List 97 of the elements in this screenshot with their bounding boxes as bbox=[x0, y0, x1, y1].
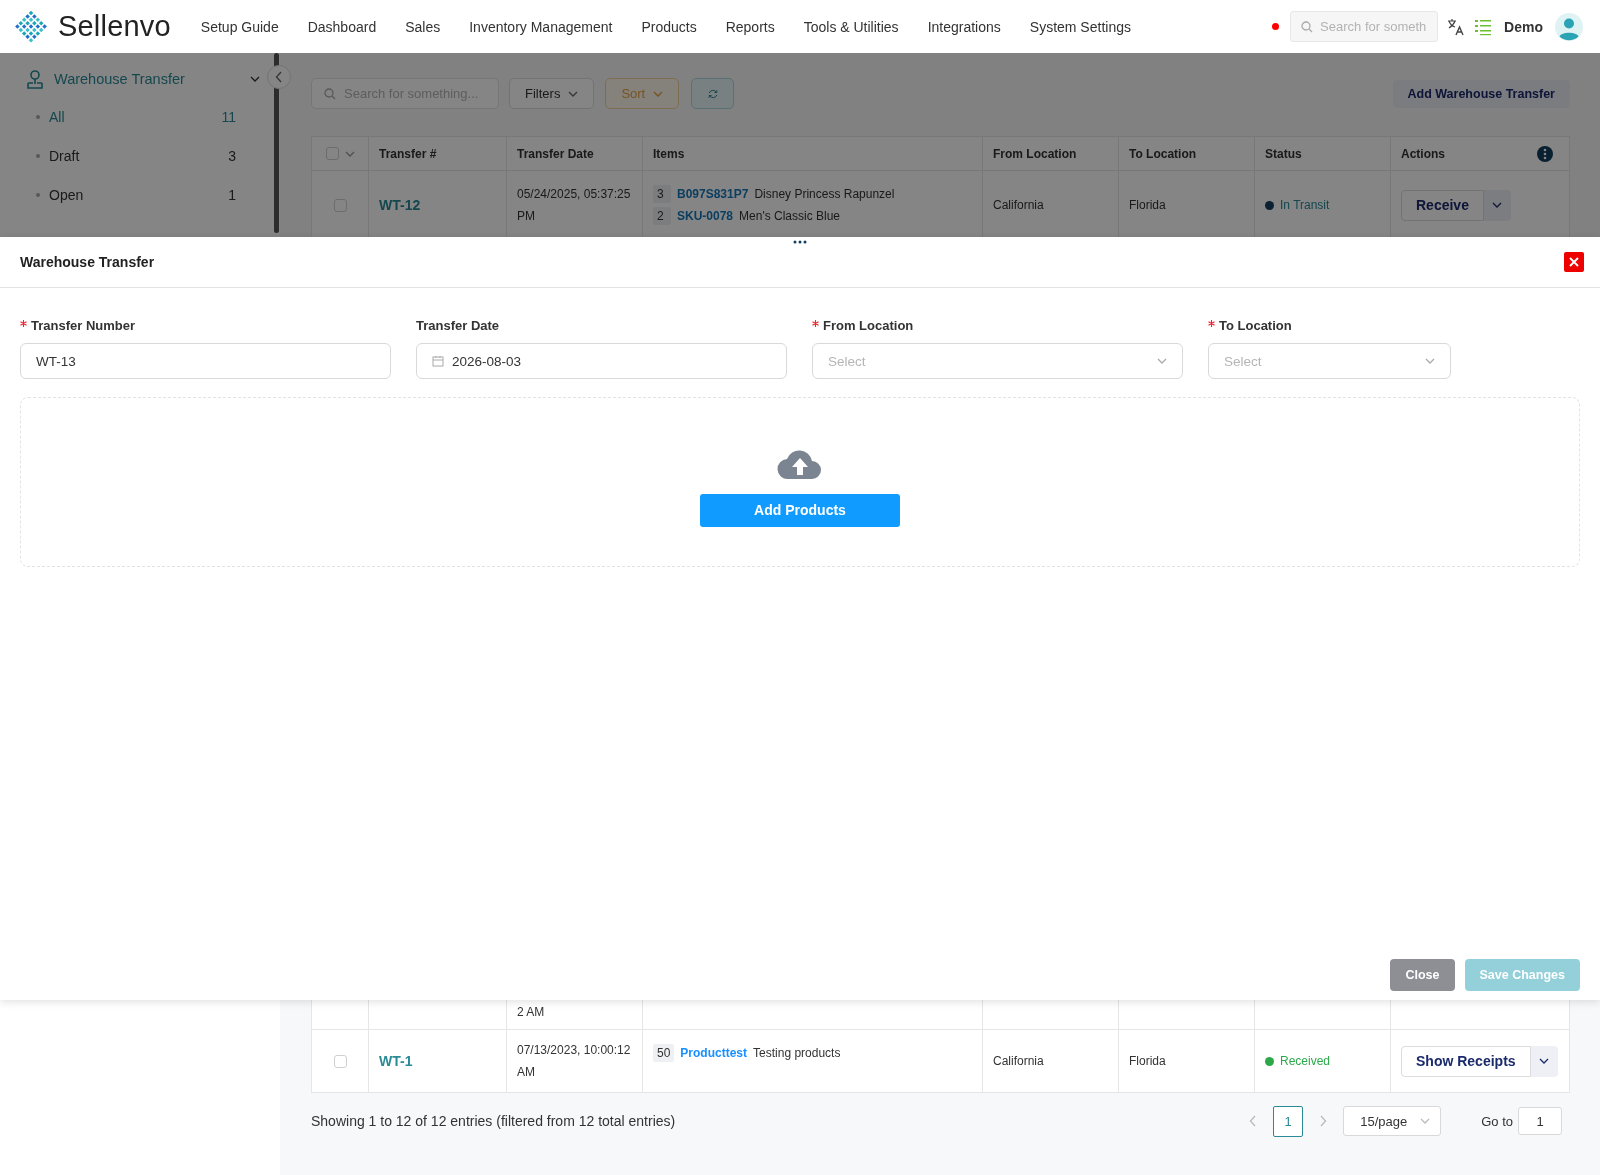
page-button[interactable]: 1 bbox=[1273, 1105, 1304, 1137]
close-button[interactable] bbox=[1564, 252, 1584, 272]
dropdown-button[interactable] bbox=[1530, 1045, 1558, 1077]
nav-item[interactable]: Integrations bbox=[927, 18, 1001, 35]
column-header: Actions bbox=[1401, 146, 1445, 161]
chevron-down-icon bbox=[1539, 1058, 1550, 1064]
filters-button[interactable]: Filters bbox=[509, 78, 595, 109]
list-icon bbox=[1474, 17, 1493, 36]
select-all-checkbox[interactable] bbox=[325, 147, 339, 160]
action-button[interactable]: Receive bbox=[1401, 189, 1484, 221]
row-checkbox[interactable] bbox=[333, 1054, 347, 1068]
table-cell-text: 07/13/2023, 10:00:12 AM bbox=[517, 1042, 632, 1081]
table-cell: California bbox=[993, 1054, 1044, 1068]
chevron-down-icon bbox=[344, 150, 355, 157]
quantity-badge: 2 bbox=[653, 207, 671, 225]
field-label: From Location bbox=[823, 317, 914, 333]
sidebar-item[interactable]: Open 1 bbox=[0, 185, 260, 205]
avatar-icon bbox=[1555, 12, 1583, 41]
column-header: Transfer Date bbox=[517, 146, 594, 161]
column-header: From Location bbox=[993, 146, 1077, 161]
required-icon bbox=[20, 319, 27, 327]
location-icon bbox=[26, 69, 44, 89]
refresh-icon bbox=[707, 88, 718, 99]
user-name[interactable]: Demo bbox=[1504, 18, 1543, 35]
add-button[interactable]: Add Warehouse Transfer bbox=[1392, 79, 1570, 108]
required-icon bbox=[812, 319, 819, 327]
status-label: Received bbox=[1280, 1054, 1331, 1068]
add-products-button[interactable]: Add Products bbox=[700, 493, 900, 527]
sidebar-item[interactable]: All 11 bbox=[0, 107, 260, 127]
nav-item[interactable]: Setup Guide bbox=[200, 18, 279, 35]
brand-name: Sellenvo bbox=[58, 10, 171, 43]
nav-item[interactable]: Products bbox=[641, 18, 697, 35]
input-field[interactable]: WT-13 bbox=[20, 343, 391, 379]
logo-icon bbox=[13, 8, 49, 45]
chevron-down-icon bbox=[653, 90, 664, 97]
table-cell-text: 2 AM bbox=[517, 1004, 545, 1021]
column-header: Items bbox=[653, 146, 685, 161]
search-icon bbox=[324, 87, 336, 100]
chevron-down-icon bbox=[1420, 1118, 1431, 1124]
translate-icon bbox=[1447, 17, 1466, 36]
drag-handle-icon bbox=[793, 240, 807, 244]
table-cell: California bbox=[993, 198, 1044, 212]
transfer-link[interactable]: WT-1 bbox=[379, 1053, 413, 1069]
nav-item[interactable]: Dashboard bbox=[307, 18, 377, 35]
required-icon bbox=[1208, 319, 1215, 327]
chevron-right-icon bbox=[1319, 1115, 1328, 1127]
field-label: Transfer Date bbox=[416, 317, 500, 333]
chevron-down-icon bbox=[1157, 358, 1167, 364]
transfer-link[interactable]: WT-12 bbox=[379, 197, 421, 213]
goto-label: Go to bbox=[1481, 1113, 1513, 1129]
item-name: Testing products bbox=[753, 1046, 841, 1060]
quantity-badge: 50 bbox=[653, 1044, 675, 1062]
notification-dot bbox=[1272, 23, 1280, 30]
nav-item[interactable]: Tools & Utilities bbox=[803, 18, 899, 35]
sidebar-item[interactable]: Draft 3 bbox=[0, 146, 260, 166]
nav-item[interactable]: Reports bbox=[725, 18, 775, 35]
chevron-down-icon bbox=[1425, 358, 1435, 364]
drawer-title: Warehouse Transfer bbox=[20, 254, 155, 270]
calendar-icon bbox=[432, 355, 444, 367]
column-header: Status bbox=[1265, 146, 1302, 161]
chevron-down-icon bbox=[1492, 202, 1503, 208]
entries-summary: Showing 1 to 12 of 12 entries (filtered from 12 total entries) bbox=[311, 1113, 676, 1129]
column-header: Transfer # bbox=[379, 146, 437, 161]
table-cell: Florida bbox=[1129, 198, 1166, 212]
chevron-down-icon bbox=[568, 90, 579, 97]
field-label: Transfer Number bbox=[31, 317, 136, 333]
date-field[interactable]: 2026-08-03 bbox=[416, 343, 787, 379]
sku-link[interactable]: Producttest bbox=[680, 1046, 748, 1060]
table-cell: Florida bbox=[1129, 1054, 1166, 1068]
close-button[interactable]: Close bbox=[1390, 959, 1455, 991]
goto-field[interactable]: 1 bbox=[1518, 1107, 1562, 1135]
search-icon bbox=[1301, 20, 1314, 33]
sidebar-header[interactable]: Warehouse Transfer bbox=[0, 67, 264, 91]
upload-area[interactable]: Add Products bbox=[20, 397, 1580, 567]
sku-link[interactable]: SKU-0078 bbox=[677, 209, 734, 223]
column-header: To Location bbox=[1129, 146, 1197, 161]
nav-item[interactable]: Inventory Management bbox=[469, 18, 613, 35]
nav-item[interactable]: Sales bbox=[405, 18, 441, 35]
more-icon bbox=[1537, 145, 1553, 162]
status-label: In Transit bbox=[1280, 198, 1330, 212]
chevron-down-icon bbox=[250, 76, 260, 82]
quantity-badge: 3 bbox=[653, 185, 671, 203]
chevron-left-icon bbox=[275, 71, 283, 83]
close-icon bbox=[1569, 257, 1579, 267]
item-name: Men's Classic Blue bbox=[739, 209, 841, 223]
sku-link[interactable]: B097S831P7 bbox=[677, 187, 749, 201]
page-size-select[interactable]: 15/page bbox=[1343, 1106, 1442, 1136]
collapse-button[interactable] bbox=[267, 65, 291, 89]
table-cell-text: 05/24/2025, 05:37:25 PM bbox=[517, 186, 632, 225]
nav-item[interactable]: System Settings bbox=[1029, 18, 1131, 35]
refresh-button[interactable] bbox=[691, 78, 735, 109]
item-name: Disney Princess Rapunzel bbox=[754, 187, 895, 201]
chevron-left-icon bbox=[1249, 1115, 1258, 1127]
row-checkbox[interactable] bbox=[333, 198, 347, 212]
field-label: To Location bbox=[1219, 317, 1292, 333]
dropdown-button[interactable] bbox=[1483, 189, 1511, 221]
action-button[interactable]: Show Receipts bbox=[1401, 1045, 1531, 1077]
